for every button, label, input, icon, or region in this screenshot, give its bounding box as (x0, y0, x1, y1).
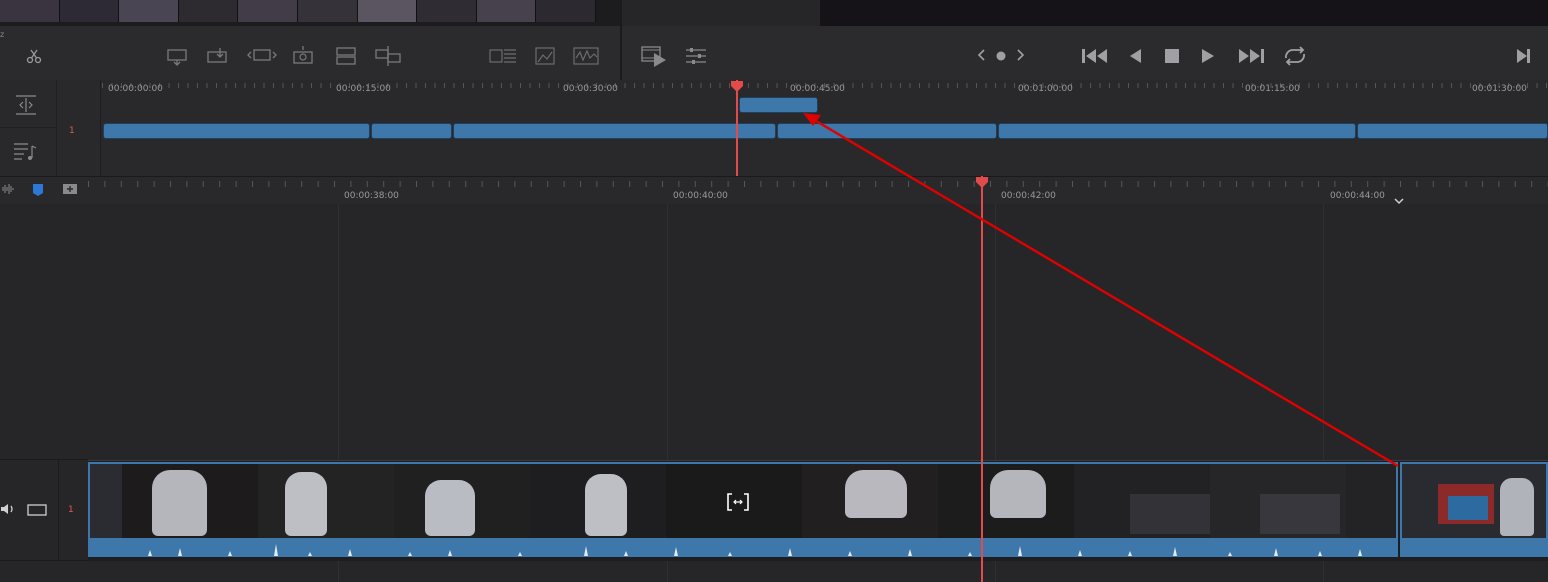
video-clip[interactable] (88, 462, 1398, 540)
loop-icon[interactable] (1280, 44, 1310, 68)
skip-end-icon[interactable] (1236, 46, 1266, 66)
edit-toolbar: z (0, 26, 1548, 81)
insert-clip-icon[interactable] (164, 46, 192, 66)
mini-clip-selected[interactable] (739, 97, 818, 113)
ripple-overwrite-icon[interactable] (374, 46, 402, 66)
mini-clip[interactable] (777, 123, 997, 139)
person-figure (990, 470, 1046, 518)
clip-frame (1346, 464, 1396, 538)
floor-shape (1260, 494, 1340, 534)
person-figure (845, 470, 907, 518)
ruler-label: 00:01:15:00 (1245, 84, 1300, 94)
source-overwrite-icon[interactable] (534, 46, 556, 66)
divider (0, 459, 88, 460)
audio-waveform-icon[interactable] (2, 183, 16, 195)
ruler-label: 00:00:38:00 (344, 191, 399, 201)
audio-waveform (88, 544, 1398, 556)
ruler-label: 00:01:00:00 (1018, 84, 1073, 94)
audio-clip[interactable] (1400, 540, 1548, 557)
mini-clip[interactable] (371, 123, 452, 139)
audio-clip[interactable] (88, 540, 1398, 557)
play-reverse-icon[interactable] (1126, 46, 1144, 66)
clip-display-icon[interactable] (27, 503, 47, 517)
ruler-label: 00:01:30:00 (1472, 84, 1527, 94)
mini-clip[interactable] (103, 123, 370, 139)
video-track-number: 1 (68, 505, 74, 515)
floor-shape (1130, 494, 1210, 534)
trim-handle-icon[interactable] (726, 492, 750, 512)
divider (58, 459, 59, 560)
overwrite-clip-icon[interactable] (206, 46, 234, 66)
ruler-label: 00:00:00:00 (108, 84, 163, 94)
thumbnail[interactable] (238, 0, 298, 22)
person-figure (585, 474, 627, 536)
toolbar-divider (620, 0, 622, 80)
ruler-label: 00:00:45:00 (790, 84, 845, 94)
divider (56, 80, 57, 176)
settings-sliders-icon[interactable] (684, 46, 708, 66)
append-icon[interactable] (334, 46, 358, 66)
ruler-label: 00:00:40:00 (673, 191, 728, 201)
prev-marker-icon[interactable] (976, 48, 988, 62)
main-playhead[interactable] (981, 176, 983, 582)
ruler-label: 00:00:42:00 (1001, 191, 1056, 201)
main-timeline-track-header: 1 (0, 204, 89, 582)
track-height-icon[interactable] (14, 94, 38, 116)
zoom-indicator-icon: z (0, 30, 5, 39)
mini-clip[interactable] (1357, 123, 1548, 139)
place-on-top-icon[interactable] (290, 44, 318, 66)
main-timeline-ruler[interactable]: 00:00:38:00 00:00:40:00 00:00:42:00 00:0… (0, 176, 1548, 205)
mini-track-number: 1 (69, 126, 75, 136)
mini-timeline-track-header: 1 (0, 80, 101, 176)
main-ruler-ticks (88, 177, 1548, 187)
person-figure (425, 480, 475, 536)
mini-playhead-handle-icon[interactable] (730, 80, 744, 94)
person-figure (1500, 478, 1534, 536)
next-frame-icon[interactable] (1514, 47, 1532, 65)
thumbnail[interactable] (357, 0, 418, 22)
add-track-icon[interactable] (62, 183, 78, 195)
ruler-label: 00:00:44:00 (1330, 191, 1385, 201)
skip-start-icon[interactable] (1080, 46, 1110, 66)
ruler-label: 00:00:15:00 (336, 84, 391, 94)
cut-icon[interactable] (26, 48, 42, 64)
mini-timeline-ruler[interactable]: 00:00:00:00 00:00:15:00 00:00:30:00 00:0… (102, 80, 1548, 98)
thumbnail[interactable] (417, 0, 477, 22)
thumbnail[interactable] (178, 0, 239, 22)
thumbnail[interactable] (536, 0, 596, 22)
video-clip[interactable] (1400, 462, 1548, 540)
audio-lanes-icon[interactable] (12, 140, 38, 164)
replace-clip-icon[interactable] (246, 46, 278, 66)
play-clip-icon[interactable] (640, 44, 668, 68)
screen-shape (1448, 496, 1488, 520)
speaker-icon[interactable] (0, 502, 16, 516)
audio-meter-icon[interactable] (572, 46, 600, 66)
thumbnail[interactable] (119, 0, 179, 22)
media-strip (0, 0, 620, 26)
thumbnail[interactable] (59, 0, 120, 22)
play-icon[interactable] (1199, 46, 1217, 66)
next-marker-icon[interactable] (1014, 48, 1026, 62)
thumbnail[interactable] (297, 0, 358, 22)
marker-dot-icon[interactable] (995, 50, 1007, 62)
mini-playhead[interactable] (736, 80, 738, 176)
main-playhead-handle-icon[interactable] (975, 176, 989, 190)
person-figure (152, 470, 207, 536)
stop-icon[interactable] (1163, 47, 1181, 65)
marker-flag-icon[interactable] (32, 183, 44, 197)
mini-clip[interactable] (998, 123, 1356, 139)
divider (0, 127, 56, 128)
clip-frame (90, 464, 122, 538)
thumbnail-strip[interactable] (0, 0, 596, 22)
divider (0, 560, 88, 561)
thumbnail[interactable] (476, 0, 537, 22)
person-figure (285, 472, 327, 536)
mini-clip[interactable] (453, 123, 776, 139)
ruler-label: 00:00:30:00 (563, 84, 618, 94)
thumbnail[interactable] (0, 0, 60, 22)
close-up-icon[interactable] (488, 46, 518, 66)
